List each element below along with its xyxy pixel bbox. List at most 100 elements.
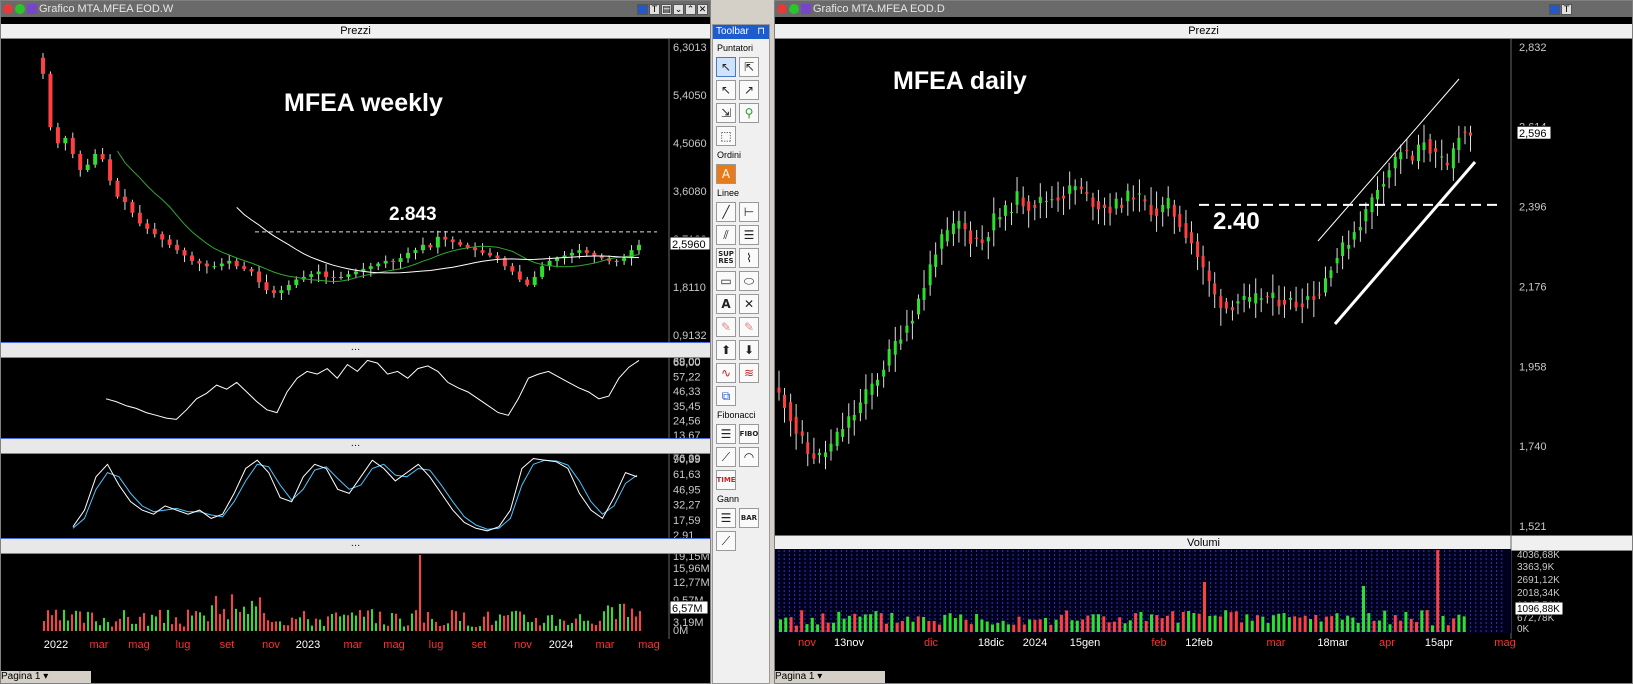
daily-x-tick-label: 18mar bbox=[1317, 637, 1349, 649]
daily-x-tick-label: mag bbox=[1494, 637, 1515, 649]
pointer-magnet-icon[interactable]: ↗ bbox=[739, 80, 759, 100]
gann-fan-icon[interactable]: ⟋ bbox=[716, 531, 736, 551]
pencil-alt-icon[interactable]: ✎ bbox=[739, 317, 759, 337]
weekly-volume-bar bbox=[391, 612, 393, 631]
weekly-candle bbox=[234, 260, 239, 267]
daily-volume-bar bbox=[1319, 621, 1323, 632]
daily-candle bbox=[806, 442, 810, 454]
weekly-chart-area[interactable]: 6,30135,40504,50603,60802,71001,81100,91… bbox=[1, 39, 710, 684]
weekly-rsi-separator[interactable]: … bbox=[1, 342, 710, 358]
fibo-arc-icon[interactable]: ◠ bbox=[739, 447, 759, 467]
wave-alt-icon[interactable]: ≋ bbox=[739, 363, 759, 383]
trendline-icon[interactable]: ╱ bbox=[716, 202, 736, 222]
fibo-fan-icon[interactable]: ⟋ bbox=[716, 447, 736, 467]
daily-candle bbox=[1027, 201, 1031, 211]
weekly-volume-bar bbox=[155, 616, 157, 631]
weekly-candle bbox=[145, 223, 150, 229]
parallel-lines-icon[interactable]: ⫽ bbox=[716, 225, 736, 245]
daily-volume-bar bbox=[1208, 616, 1212, 632]
daily-x-tick-label: nov bbox=[798, 637, 816, 649]
weekly-candle bbox=[368, 266, 373, 269]
weekly-candle bbox=[480, 250, 485, 253]
horizontal-line-icon[interactable]: ⊢ bbox=[739, 202, 759, 222]
zoom-icon[interactable]: ⚲ bbox=[739, 103, 759, 123]
support-resistance-icon[interactable]: SUP RES bbox=[716, 248, 736, 268]
daily-volume-bar bbox=[1282, 613, 1286, 632]
weekly-volume-bar bbox=[203, 615, 205, 631]
pin-icon[interactable]: ⊓ bbox=[757, 25, 765, 39]
daily-volume-bar bbox=[1415, 622, 1418, 632]
wave-icon[interactable]: ∿ bbox=[716, 363, 736, 383]
fibo-retracement-icon[interactable]: ☰ bbox=[716, 424, 736, 444]
fibo-label-icon[interactable]: FIBO bbox=[739, 424, 759, 444]
maximize-icon[interactable]: ⌃ bbox=[685, 3, 696, 15]
weekly-candle bbox=[495, 255, 500, 259]
daily-volume-bar bbox=[832, 622, 835, 632]
weekly-window-title: Grafico MTA.MFEA EOD.W bbox=[39, 3, 174, 15]
weekly-window-titlebar[interactable]: Grafico MTA.MFEA EOD.W T ▤ ⌄ ⌃ ✕ bbox=[1, 1, 710, 17]
weekly-candle bbox=[190, 255, 194, 261]
daily-volume-bar bbox=[1128, 620, 1132, 632]
window-menu-icon[interactable]: ▤ bbox=[661, 3, 672, 15]
text-icon[interactable]: A bbox=[716, 294, 736, 314]
weekly-candle bbox=[577, 250, 582, 253]
polyline-icon[interactable]: ⌇ bbox=[739, 248, 759, 268]
daily-candle bbox=[1184, 223, 1188, 239]
weekly-volume-bar bbox=[435, 621, 437, 631]
daily-volume-bar bbox=[1256, 615, 1259, 632]
daily-volume-bar bbox=[1330, 616, 1334, 632]
ellipse-icon[interactable]: ⬭ bbox=[739, 271, 759, 291]
gann-box-icon[interactable]: BAR bbox=[739, 508, 759, 528]
gann-grid-icon[interactable]: ☰ bbox=[716, 508, 736, 528]
red-dot-icon[interactable] bbox=[3, 4, 13, 14]
weekly-volume-bar bbox=[615, 619, 617, 631]
daily-candle bbox=[1003, 205, 1007, 216]
stoch-tick-label: 17,59 bbox=[673, 515, 701, 527]
toolbar-header[interactable]: Toolbar ⊓ bbox=[713, 25, 769, 39]
pointer-icon[interactable]: ↖ bbox=[716, 57, 736, 77]
weekly-candle bbox=[391, 260, 396, 262]
text-tool-icon[interactable]: T bbox=[1561, 3, 1572, 15]
weekly-page-tab[interactable]: Pagina 1 ▾ bbox=[1, 671, 91, 683]
weekly-volume-bar bbox=[591, 623, 593, 631]
rectangle-icon[interactable]: ▭ bbox=[716, 271, 736, 291]
weekly-candle bbox=[242, 266, 247, 269]
red-dot-icon[interactable] bbox=[777, 4, 787, 14]
blue-square-icon[interactable] bbox=[637, 3, 648, 15]
weekly-volume-bar bbox=[135, 623, 137, 631]
blue-square-icon[interactable] bbox=[1549, 3, 1560, 15]
pointer-select-icon[interactable]: ⇲ bbox=[716, 103, 736, 123]
daily-candle bbox=[1457, 137, 1461, 151]
pencil-icon[interactable]: ✎ bbox=[716, 317, 736, 337]
pattern-icon[interactable]: ⧉ bbox=[716, 386, 736, 406]
order-icon[interactable]: A bbox=[716, 164, 736, 184]
close-icon[interactable]: ✕ bbox=[697, 3, 708, 15]
daily-volume-bar bbox=[1234, 611, 1238, 632]
daily-page-tab[interactable]: Pagina 1 ▾ bbox=[775, 671, 885, 683]
text-tool-icon[interactable]: T bbox=[649, 3, 660, 15]
weekly-candle bbox=[331, 276, 336, 278]
restore-icon[interactable]: ⌄ bbox=[673, 3, 684, 15]
daily-volume-bar bbox=[1293, 616, 1297, 632]
purple-arrow-icon[interactable] bbox=[801, 4, 811, 14]
cross-tool-icon[interactable]: ✕ bbox=[739, 294, 759, 314]
weekly-candle bbox=[279, 290, 284, 293]
pointer-multi-icon[interactable]: ⇱ bbox=[739, 57, 759, 77]
green-dot-icon[interactable] bbox=[789, 4, 799, 14]
weekly-stoch-separator[interactable]: … bbox=[1, 438, 710, 454]
purple-arrow-icon[interactable] bbox=[27, 4, 37, 14]
arrow-up-icon[interactable]: ⬆ bbox=[716, 340, 736, 360]
daily-window-titlebar[interactable]: Grafico MTA.MFEA EOD.D T bbox=[775, 1, 1632, 17]
weekly-volume-separator[interactable]: … bbox=[1, 538, 710, 554]
channel-icon[interactable]: ☰ bbox=[739, 225, 759, 245]
pointer-cross-icon[interactable]: ↖ bbox=[716, 80, 736, 100]
stoch-top-label: 76,39 bbox=[673, 453, 701, 465]
daily-chart-area[interactable]: 2,8322,6142,3962,1761,9581,7401,5212,596… bbox=[775, 39, 1632, 684]
area-select-icon[interactable]: ⬚ bbox=[716, 126, 736, 146]
green-dot-icon[interactable] bbox=[15, 4, 25, 14]
daily-candle bbox=[1282, 299, 1286, 305]
fibo-time-icon[interactable]: TIME bbox=[716, 470, 736, 490]
weekly-volume-bar bbox=[327, 616, 329, 631]
daily-candle bbox=[1463, 131, 1467, 133]
arrow-down-icon[interactable]: ⬇ bbox=[739, 340, 759, 360]
